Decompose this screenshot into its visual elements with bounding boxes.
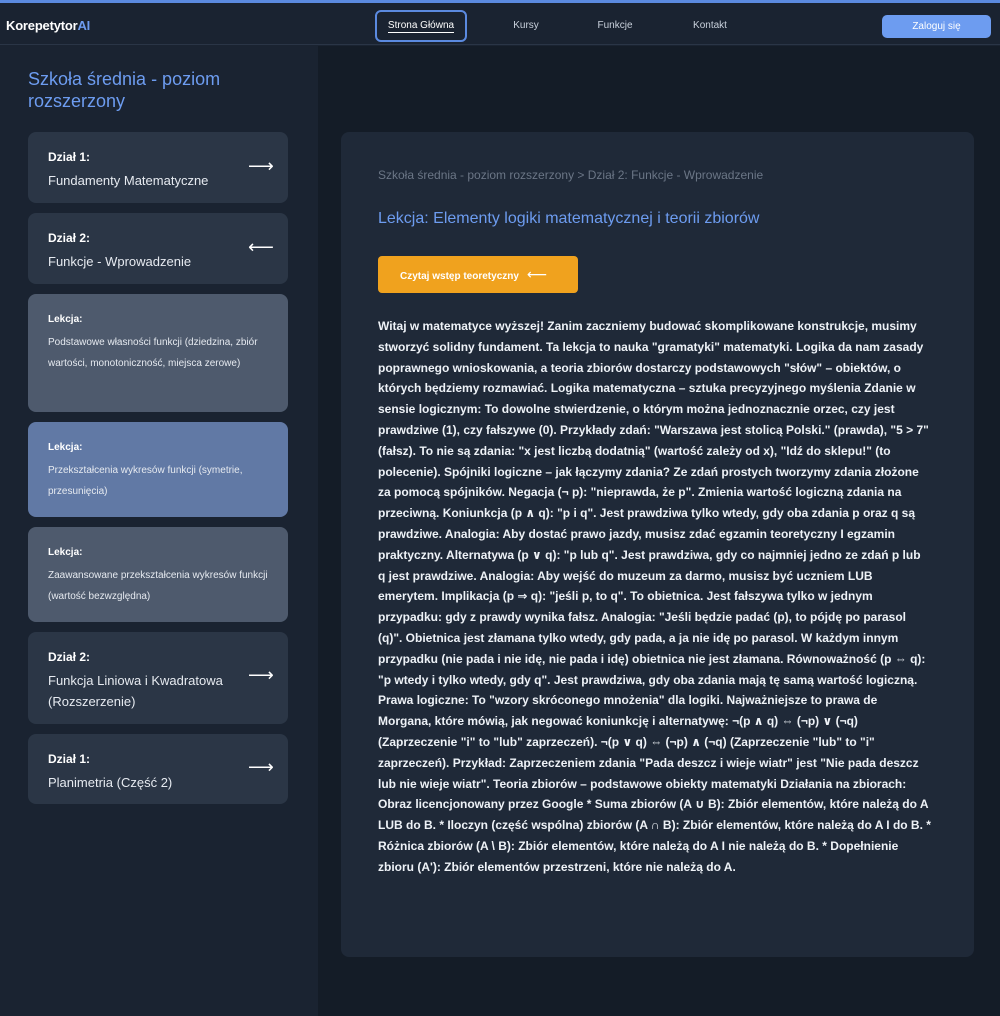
section-title: Fundamenty Matematyczne bbox=[48, 173, 209, 188]
nav-features[interactable]: Funkcje bbox=[585, 10, 645, 42]
section-title: Funkcja Liniowa i Kwadratowa (Rozszerzen… bbox=[48, 673, 223, 709]
read-theory-label: Czytaj wstęp teoretyczny bbox=[400, 271, 519, 282]
nav-courses[interactable]: Kursy bbox=[496, 10, 556, 42]
lesson-content: Witaj w matematyce wyższej! Zanim zaczni… bbox=[378, 319, 931, 874]
lesson-title: Podstawowe własności funkcji (dziedzina,… bbox=[48, 337, 258, 369]
sidebar-lesson-card[interactable]: Lekcja: Podstawowe własności funkcji (dz… bbox=[28, 294, 288, 412]
section-label: Dział 2: bbox=[48, 650, 91, 664]
main-area: Szkoła średnia - poziom rozszerzony > Dz… bbox=[318, 46, 1000, 1016]
sidebar: Szkoła średnia - poziom rozszerzony Dzia… bbox=[0, 46, 318, 1016]
nav-contact[interactable]: Kontakt bbox=[680, 10, 740, 42]
sidebar-section-card-active[interactable]: Dział 2: Funkcje - Wprowadzenie ⟵ bbox=[28, 213, 288, 284]
arrow-right-icon: ⟶ bbox=[248, 665, 274, 685]
section-label: Dział 1: bbox=[48, 150, 91, 164]
sidebar-lesson-card[interactable]: Lekcja: Zaawansowane przekształcenia wyk… bbox=[28, 527, 288, 622]
arrow-left-icon: ⟵ bbox=[526, 266, 548, 282]
nav-contact-label: Kontakt bbox=[693, 20, 727, 31]
arrow-left-icon: ⟵ bbox=[248, 237, 274, 257]
section-label: Dział 2: bbox=[48, 231, 91, 245]
sidebar-section-card[interactable]: Dział 2: Funkcja Liniowa i Kwadratowa (R… bbox=[28, 632, 288, 724]
sidebar-section-card[interactable]: Dział 1: Fundamenty Matematyczne ⟶ bbox=[28, 132, 288, 203]
nav-features-label: Funkcje bbox=[597, 20, 633, 31]
arrow-right-icon: ⟶ bbox=[248, 757, 274, 777]
lesson-label: Lekcja: bbox=[48, 314, 83, 325]
sidebar-section-card[interactable]: Dział 1: Planimetria (Część 2) ⟶ bbox=[28, 734, 288, 804]
lesson-label: Lekcja: bbox=[48, 442, 83, 453]
nav-home-label: Strona Główna bbox=[387, 20, 455, 33]
section-label: Dział 1: bbox=[48, 752, 91, 766]
sidebar-title: Szkoła średnia - poziom rozszerzony bbox=[28, 69, 221, 111]
section-title: Planimetria (Część 2) bbox=[48, 775, 173, 790]
lesson-title: Zaawansowane przekształcenia wykresów fu… bbox=[48, 570, 268, 602]
lesson-label: Lekcja: bbox=[48, 547, 83, 558]
lesson-heading: Lekcja: Elementy logiki matematycznej i … bbox=[378, 210, 760, 227]
section-title: Funkcje - Wprowadzenie bbox=[48, 254, 192, 269]
nav-courses-label: Kursy bbox=[513, 20, 539, 31]
top-navbar: KorepetytorAI Strona Główna Kursy Funkcj… bbox=[0, 3, 1000, 45]
lesson-title: Przekształcenia wykresów funkcji (symetr… bbox=[48, 465, 243, 497]
nav-home[interactable]: Strona Główna bbox=[375, 10, 467, 42]
lesson-panel: Szkoła średnia - poziom rozszerzony > Dz… bbox=[341, 132, 974, 957]
sidebar-lesson-card-active[interactable]: Lekcja: Przekształcenia wykresów funkcji… bbox=[28, 422, 288, 517]
arrow-right-icon: ⟶ bbox=[248, 156, 274, 176]
breadcrumb: Szkoła średnia - poziom rozszerzony > Dz… bbox=[378, 168, 764, 182]
login-button[interactable]: Zaloguj się bbox=[882, 15, 991, 38]
main-nav: Strona Główna Kursy Funkcje Kontakt bbox=[0, 10, 1000, 42]
read-theory-button[interactable]: Czytaj wstęp teoretyczny ⟵ bbox=[378, 256, 578, 293]
